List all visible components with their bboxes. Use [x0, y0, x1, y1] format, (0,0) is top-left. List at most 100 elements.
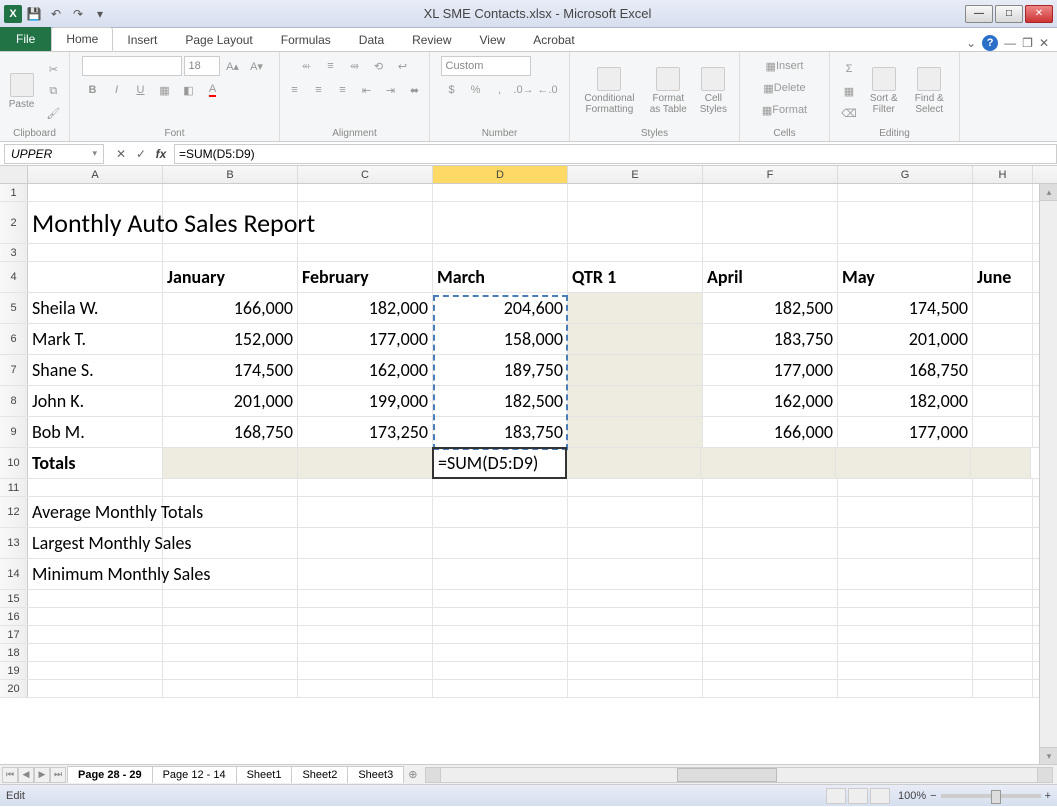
data-cell[interactable]: 152,000 — [163, 324, 298, 354]
tab-view[interactable]: View — [466, 29, 520, 51]
data-cell[interactable] — [568, 324, 703, 354]
data-cell[interactable]: 183,750 — [703, 324, 838, 354]
conditional-formatting-button[interactable]: Conditional Formatting — [578, 65, 641, 117]
col-header[interactable]: C — [298, 166, 433, 183]
cut-icon[interactable]: ✂ — [42, 59, 64, 79]
insert-cells-button[interactable]: ▦ Insert — [761, 56, 808, 76]
col-header[interactable]: F — [703, 166, 838, 183]
min-label[interactable]: Minimum Monthly Sales — [28, 559, 163, 589]
row-header[interactable]: 2 — [0, 202, 28, 243]
number-format-select[interactable]: Custom — [441, 56, 531, 76]
row-header[interactable]: 18 — [0, 644, 28, 661]
avg-label[interactable]: Average Monthly Totals — [28, 497, 163, 527]
data-cell[interactable]: 199,000 — [298, 386, 433, 416]
editing-cell[interactable]: =SUM(D5:D9) — [432, 447, 567, 479]
minimize-button[interactable]: — — [965, 5, 993, 23]
align-center-icon[interactable]: ≡ — [308, 80, 330, 100]
col-may[interactable]: May — [838, 262, 973, 292]
name-box[interactable]: UPPER — [4, 144, 104, 164]
save-icon[interactable]: 💾 — [24, 4, 44, 24]
col-header[interactable]: D — [433, 166, 568, 183]
delete-cells-button[interactable]: ▦ Delete — [761, 78, 808, 98]
font-name-select[interactable] — [82, 56, 182, 76]
row-header[interactable]: 16 — [0, 608, 28, 625]
data-cell[interactable]: 162,000 — [703, 386, 838, 416]
salesperson-name[interactable]: Shane S. — [28, 355, 163, 385]
data-cell[interactable]: 204,600 — [433, 293, 568, 323]
row-header[interactable]: 1 — [0, 184, 28, 201]
report-title[interactable]: Monthly Auto Sales Report — [28, 202, 163, 243]
align-top-icon[interactable]: ⬴ — [296, 56, 318, 76]
col-jan[interactable]: January — [163, 262, 298, 292]
vertical-scrollbar[interactable] — [1039, 184, 1057, 764]
border-button[interactable]: ▦ — [154, 80, 176, 100]
italic-button[interactable]: I — [106, 80, 128, 100]
bold-button[interactable]: B — [82, 80, 104, 100]
comma-icon[interactable]: , — [489, 80, 511, 100]
data-cell[interactable] — [973, 355, 1033, 385]
data-cell[interactable]: 168,750 — [163, 417, 298, 447]
cancel-formula-icon[interactable]: ✕ — [112, 147, 130, 161]
enter-formula-icon[interactable]: ✓ — [132, 147, 150, 161]
qat-dropdown-icon[interactable]: ▾ — [90, 4, 110, 24]
data-cell[interactable]: 173,250 — [298, 417, 433, 447]
insert-function-icon[interactable]: fx — [152, 147, 170, 161]
autosum-icon[interactable]: Σ — [838, 59, 860, 79]
align-bottom-icon[interactable]: ⬵ — [344, 56, 366, 76]
page-break-view-icon[interactable] — [870, 788, 890, 804]
data-cell[interactable] — [568, 386, 703, 416]
data-cell[interactable]: 182,000 — [298, 293, 433, 323]
copy-icon[interactable]: ⧉ — [42, 81, 64, 101]
align-right-icon[interactable]: ≡ — [332, 80, 354, 100]
data-cell[interactable]: 201,000 — [163, 386, 298, 416]
data-cell[interactable]: 177,000 — [838, 417, 973, 447]
data-cell[interactable]: 201,000 — [838, 324, 973, 354]
cell-styles-button[interactable]: Cell Styles — [696, 65, 731, 117]
increase-decimal-icon[interactable]: .0→ — [513, 80, 535, 100]
decrease-decimal-icon[interactable]: ←.0 — [537, 80, 559, 100]
underline-button[interactable]: U — [130, 80, 152, 100]
salesperson-name[interactable]: John K. — [28, 386, 163, 416]
mdi-minimize-icon[interactable]: — — [1004, 36, 1016, 50]
align-left-icon[interactable]: ≡ — [284, 80, 306, 100]
data-cell[interactable] — [973, 293, 1033, 323]
row-header[interactable]: 13 — [0, 528, 28, 558]
worksheet-grid[interactable]: A B C D E F G H 1 2Monthly Auto Sales Re… — [0, 166, 1057, 764]
col-apr[interactable]: April — [703, 262, 838, 292]
data-cell[interactable]: 168,750 — [838, 355, 973, 385]
mdi-close-icon[interactable]: ✕ — [1039, 36, 1049, 50]
tab-home[interactable]: Home — [51, 27, 113, 51]
row-header[interactable]: 19 — [0, 662, 28, 679]
row-header[interactable]: 5 — [0, 293, 28, 323]
ribbon-minimize-icon[interactable]: ⌄ — [966, 36, 976, 50]
row-header[interactable]: 10 — [0, 448, 28, 478]
data-cell[interactable]: 177,000 — [703, 355, 838, 385]
font-color-button[interactable]: A — [202, 80, 224, 100]
sort-filter-button[interactable]: Sort & Filter — [864, 65, 904, 117]
clear-icon[interactable]: ⌫ — [838, 103, 860, 123]
col-jun[interactable]: June — [973, 262, 1033, 292]
sheet-tab[interactable]: Sheet3 — [347, 766, 404, 783]
totals-label[interactable]: Totals — [28, 448, 163, 478]
col-feb[interactable]: February — [298, 262, 433, 292]
tab-acrobat[interactable]: Acrobat — [519, 29, 588, 51]
col-header[interactable]: G — [838, 166, 973, 183]
data-cell[interactable] — [973, 324, 1033, 354]
paste-button[interactable]: Paste — [5, 71, 39, 112]
row-header[interactable]: 17 — [0, 626, 28, 643]
sheet-nav-first-icon[interactable]: ⏮ — [2, 767, 18, 783]
tab-data[interactable]: Data — [345, 29, 398, 51]
redo-icon[interactable]: ↷ — [68, 4, 88, 24]
salesperson-name[interactable]: Mark T. — [28, 324, 163, 354]
fill-color-button[interactable]: ◧ — [178, 80, 200, 100]
zoom-level[interactable]: 100% — [898, 790, 926, 802]
tab-formulas[interactable]: Formulas — [267, 29, 345, 51]
help-icon[interactable]: ? — [982, 35, 998, 51]
row-header[interactable]: 3 — [0, 244, 28, 261]
tab-insert[interactable]: Insert — [113, 29, 171, 51]
col-header[interactable]: B — [163, 166, 298, 183]
sheet-nav-next-icon[interactable]: ▶ — [34, 767, 50, 783]
sheet-tab[interactable]: Page 12 - 14 — [152, 766, 237, 783]
format-painter-icon[interactable]: 🖌 — [42, 103, 64, 123]
accounting-icon[interactable]: $ — [441, 80, 463, 100]
